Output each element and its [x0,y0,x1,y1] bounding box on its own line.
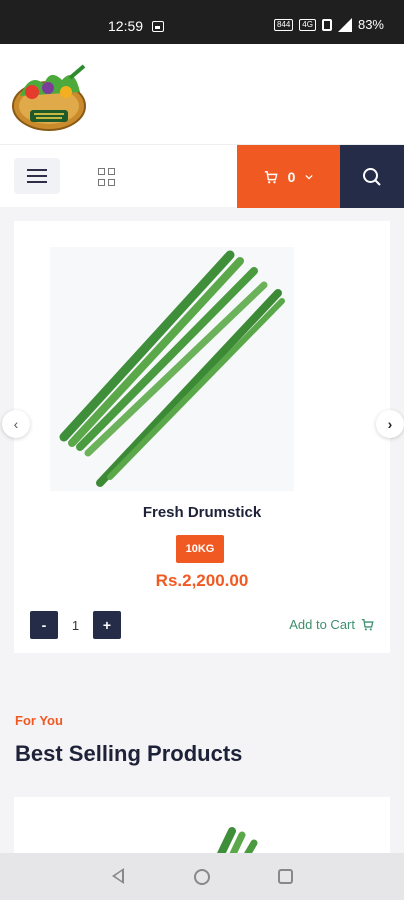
carousel-next-button[interactable]: › [376,410,404,438]
toolbar: 0 [0,144,404,208]
quantity-decrease-button[interactable]: - [30,611,58,639]
system-nav-bar [0,853,404,900]
status-icons: 844 4G 83% [273,17,384,32]
hamburger-icon-line [27,169,47,171]
product-card[interactable]: Fresh Drumstick 10KG Rs.2,200.00 - 1 + A… [14,221,390,653]
grid-cell [98,178,105,186]
quantity-increase-button[interactable]: + [93,611,121,639]
section-kicker: For You [15,713,63,728]
hamburger-icon-line [27,181,47,183]
recents-icon[interactable] [278,869,293,884]
home-icon[interactable] [194,869,210,885]
grid-cell [108,168,115,175]
status-time: 12:59 [108,18,144,34]
network-type: 4G [299,18,316,31]
grid-cell [98,168,105,175]
search-icon [363,167,381,186]
grid-icon[interactable] [98,168,116,186]
site-header [0,44,404,144]
network-speed: 844 [273,18,294,31]
status-bar: 12:59 844 4G 83% [0,0,404,44]
product-price: Rs.2,200.00 [155,571,249,590]
image-notification-icon [152,21,164,32]
signal-icon [337,17,352,32]
battery-level: 83% [357,17,384,32]
add-to-cart-label: Add to Cart [289,617,355,632]
product-title[interactable]: Fresh Drumstick [14,504,390,521]
cart-icon [361,618,374,631]
grid-cell [108,178,115,186]
product-image[interactable] [50,247,294,491]
hamburger-icon-line [27,175,47,177]
app-screen: 12:59 844 4G 83% 0 Fresh Drumstick 10KG … [0,0,404,900]
quantity-field[interactable]: 1 [58,611,93,639]
vibrate-icon [321,18,332,31]
chevron-down-icon [305,174,314,179]
cart-count: 0 [287,168,296,185]
carousel-prev-button[interactable]: ‹ [2,410,30,438]
cart-icon [264,170,278,183]
vegetable-basket-logo[interactable] [10,62,88,132]
back-icon[interactable] [112,868,124,884]
add-to-cart-button[interactable]: Add to Cart [289,617,374,632]
weight-badge[interactable]: 10KG [176,535,224,563]
section-title: Best Selling Products [15,741,243,766]
menu-button[interactable] [14,158,60,194]
cart-button[interactable]: 0 [237,145,340,208]
search-button[interactable] [340,145,404,208]
